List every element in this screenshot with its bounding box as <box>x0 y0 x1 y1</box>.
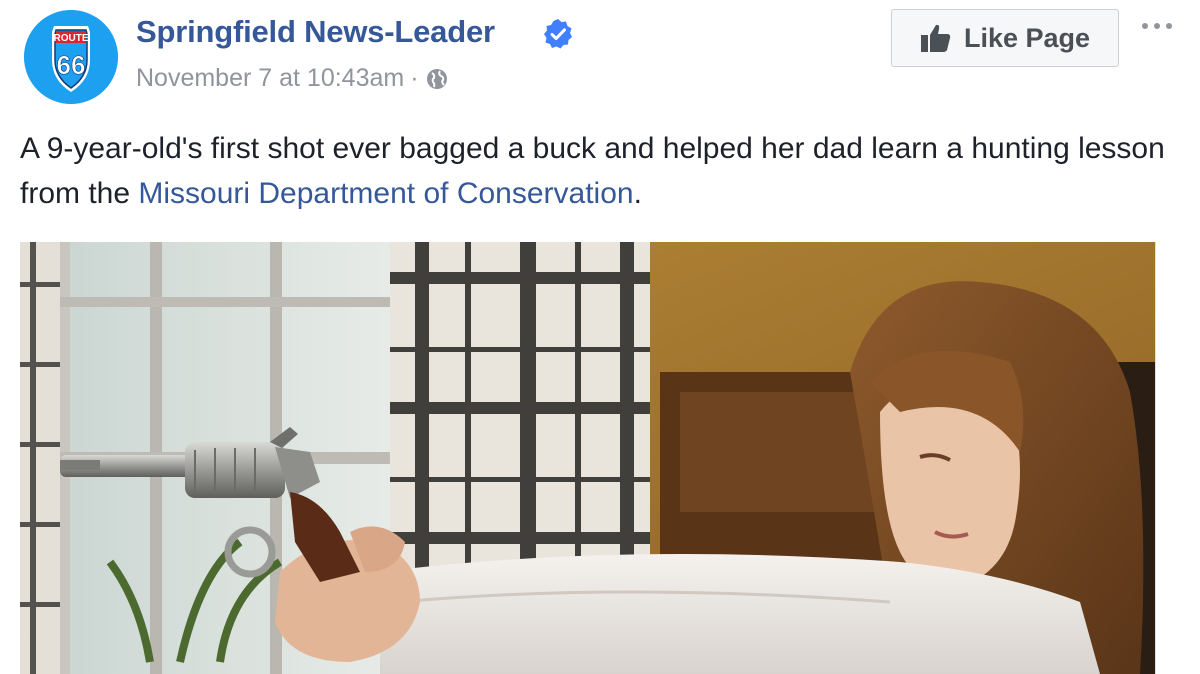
photo-border <box>1155 242 1156 674</box>
verified-badge-icon <box>544 19 572 49</box>
photo-girl-aiming-revolver <box>20 242 1155 674</box>
avatar-sign-number: 66 <box>57 50 86 80</box>
more-options-icon[interactable] <box>1140 14 1174 38</box>
like-page-label: Like Page <box>963 22 1091 53</box>
post-text: A 9-year-old's first shot ever bagged a … <box>20 126 1170 216</box>
avatar-sign-top-text: ROUTE <box>54 33 89 44</box>
route-66-sign-logo: ROUTE 66 <box>24 10 118 104</box>
conservation-link[interactable]: Missouri Department of Conservation <box>138 177 633 210</box>
post-photo[interactable] <box>20 242 1155 674</box>
globe-icon[interactable] <box>425 67 449 91</box>
page-name-link[interactable]: Springfield News-Leader <box>136 14 495 50</box>
post-text-end: . <box>633 177 642 210</box>
facebook-post: ROUTE 66 Springfield News-Leader Novembe… <box>0 0 1200 674</box>
like-page-button[interactable]: Like Page <box>891 9 1119 67</box>
post-meta: November 7 at 10:43am · <box>136 64 449 93</box>
page-avatar[interactable]: ROUTE 66 <box>24 10 118 104</box>
post-timestamp[interactable]: November 7 at 10:43am <box>136 64 404 93</box>
thumbs-up-icon <box>920 24 951 52</box>
meta-separator: · <box>410 64 419 92</box>
